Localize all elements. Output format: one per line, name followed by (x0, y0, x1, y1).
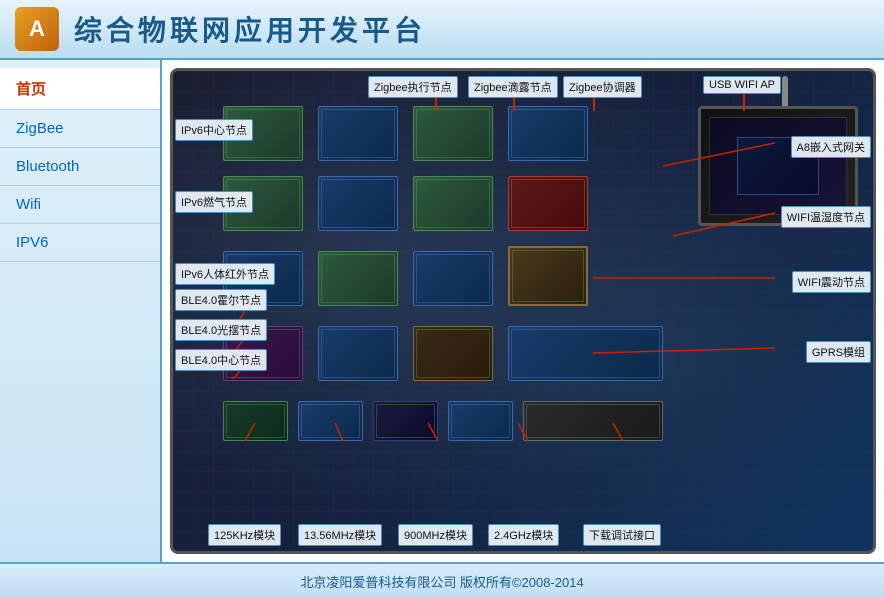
pcb-module-11 (413, 251, 493, 306)
header: A 综合物联网应用开发平台 (0, 0, 884, 60)
label-125khz: 125KHz模块 (208, 524, 281, 546)
sidebar: 首页 ZigBee Bluetooth Wifi IPV6 (0, 60, 162, 562)
pcb-module-4 (508, 106, 588, 161)
pcb-module-6 (318, 176, 398, 231)
pcb-module-bot-2 (298, 401, 363, 441)
main-layout: 首页 ZigBee Bluetooth Wifi IPV6 (0, 60, 884, 562)
label-900mhz: 900MHz模块 (398, 524, 473, 546)
label-usb-wifi: USB WIFI AP (703, 76, 781, 94)
label-zigbee-execute: Zigbee执行节点 (368, 76, 458, 98)
label-ipv6-gas: IPv6燃气节点 (175, 191, 253, 213)
footer: 北京凌阳爱普科技有限公司 版权所有©2008-2014 (0, 562, 884, 598)
logo: A (15, 7, 59, 51)
pcb-module-bot-1 (223, 401, 288, 441)
sidebar-item-wifi[interactable]: Wifi (0, 186, 160, 224)
pcb-module-3 (413, 106, 493, 161)
label-zigbee-drop: Zigbee滴露节点 (468, 76, 558, 98)
logo-letter: A (29, 16, 45, 42)
pcb-module-8 (508, 176, 588, 231)
label-download: 下载调试接口 (583, 524, 661, 546)
pcb-module-2 (318, 106, 398, 161)
label-ble-center: BLE4.0中心节点 (175, 349, 267, 371)
label-ipv6-infrared: IPv6人体红外节点 (175, 263, 275, 285)
board-container: Zigbee执行节点 Zigbee滴露节点 Zigbee协调器 USB WIFI… (170, 68, 876, 554)
pcb-module-bot-3 (373, 401, 438, 441)
pcb-module-14 (318, 326, 398, 381)
screen-display (709, 117, 847, 215)
sidebar-item-bluetooth[interactable]: Bluetooth (0, 148, 160, 186)
label-ble-light: BLE4.0光摆节点 (175, 319, 267, 341)
label-24ghz: 2.4GHz模块 (488, 524, 559, 546)
sidebar-item-home[interactable]: 首页 (0, 68, 160, 110)
label-ipv6-center: IPv6中心节点 (175, 119, 253, 141)
pcb-module-bot-5 (523, 401, 663, 441)
pcb-module-7 (413, 176, 493, 231)
label-zigbee-coord: Zigbee协调器 (563, 76, 642, 98)
label-ble-hall: BLE4.0霍尔节点 (175, 289, 267, 311)
sidebar-item-zigbee[interactable]: ZigBee (0, 110, 160, 148)
label-gprs: GPRS模组 (806, 341, 871, 363)
pcb-module-16 (508, 326, 663, 381)
pcb-module-bot-4 (448, 401, 513, 441)
label-1356mhz: 13.56MHz模块 (298, 524, 382, 546)
label-wifi-temp: WIFI温湿度节点 (781, 206, 871, 228)
header-title: 综合物联网应用开发平台 (74, 9, 426, 49)
footer-text: 北京凌阳爱普科技有限公司 版权所有©2008-2014 (300, 572, 583, 591)
content-area: Zigbee执行节点 Zigbee滴露节点 Zigbee协调器 USB WIFI… (162, 60, 884, 562)
label-wifi-vibration: WIFI震动节点 (792, 271, 871, 293)
sidebar-item-ipv6[interactable]: IPV6 (0, 224, 160, 262)
label-a8-gateway: A8嵌入式网关 (791, 136, 871, 158)
pcb-module-10 (318, 251, 398, 306)
pcb-module-15 (413, 326, 493, 381)
pcb-module-12 (508, 246, 588, 306)
